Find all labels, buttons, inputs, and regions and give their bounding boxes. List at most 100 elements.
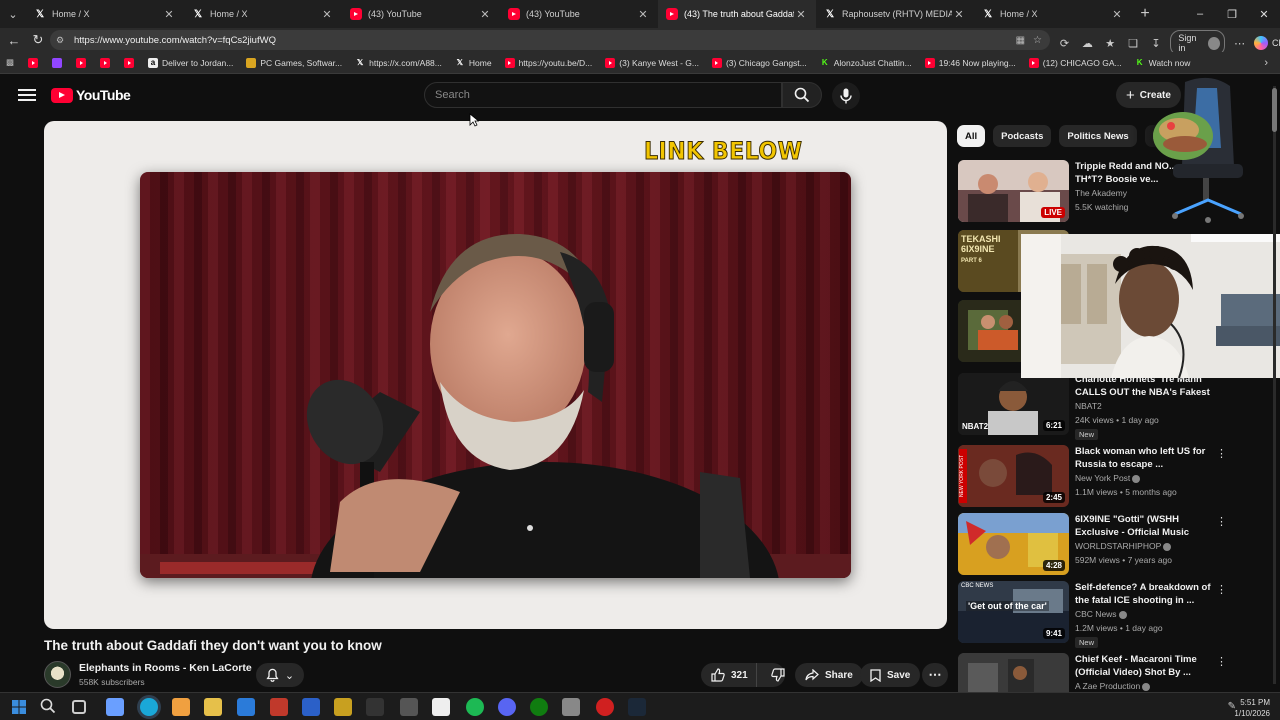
kebab-menu-icon[interactable]: ⋮	[1216, 515, 1227, 528]
hamburger-menu-icon[interactable]	[18, 86, 36, 104]
recommendation-channel[interactable]: New York Post	[1075, 473, 1141, 483]
kebab-menu-icon[interactable]: ⋮	[1216, 447, 1227, 460]
close-tab-icon[interactable]: ✕	[794, 8, 808, 21]
bookmark-item[interactable]: PC Games, Softwar...	[246, 57, 342, 68]
recommendation-title[interactable]: Chief Keef - Macaroni Time (Official Vid…	[1075, 653, 1215, 679]
youtube-logo[interactable]: YouTube	[51, 87, 131, 103]
discord-icon[interactable]	[498, 698, 516, 716]
system-clock[interactable]: 5:51 PM 1/10/2026	[1234, 697, 1270, 719]
reader-view-icon[interactable]: ▦	[1016, 35, 1025, 46]
kebab-menu-icon[interactable]: ⋮	[1216, 583, 1227, 596]
task-view-icon[interactable]	[72, 700, 86, 714]
app-dark-icon[interactable]	[366, 698, 384, 716]
url-bar[interactable]: ⚙ https://www.youtube.com/watch?v=fqCs2j…	[50, 30, 1050, 50]
bookmarks-toggle-icon[interactable]: ▩	[6, 57, 14, 68]
search-icon[interactable]	[40, 698, 58, 716]
downloads-icon[interactable]: ↧	[1148, 37, 1165, 50]
bookmark-item[interactable]: 𝕏 Home	[455, 58, 492, 68]
site-info-icon[interactable]: ⚙	[56, 35, 70, 46]
recommendation-title[interactable]: 6IX9INE "Gotti" (WSHH Exclusive - Offici…	[1075, 513, 1215, 539]
collections-icon[interactable]: ❏	[1125, 37, 1142, 50]
notepad-icon[interactable]	[432, 698, 450, 716]
edge-icon[interactable]	[140, 698, 158, 716]
browser-tab[interactable]: 𝕏 Home / X ✕	[26, 0, 184, 28]
recommendation-item[interactable]: NBAT2 6:21 Charlotte Hornets' Tre Mann CAL…	[958, 373, 1270, 440]
dislike-button[interactable]	[763, 668, 793, 682]
recommendation-item[interactable]: NEW YORK POST 2:45 Black woman who left US…	[958, 445, 1270, 507]
bookmarks-overflow-icon[interactable]: ›	[1264, 57, 1268, 69]
close-tab-icon[interactable]: ✕	[320, 8, 334, 21]
browser-tab[interactable]: (43) YouTube ✕	[500, 0, 658, 28]
favorites-icon[interactable]: ★	[1102, 37, 1119, 50]
recommendation-channel[interactable]: WORLDSTARHIPHOP	[1075, 541, 1172, 551]
bookmark-item[interactable]: (3) Chicago Gangst...	[711, 57, 807, 68]
video-thumbnail[interactable]: CBC NEWS 'Get out of the car' 9:41	[958, 581, 1069, 643]
bookmark-item[interactable]	[28, 57, 39, 68]
more-actions-button[interactable]: ⋯	[922, 663, 948, 687]
browser-tab[interactable]: (43) YouTube ✕	[342, 0, 500, 28]
video-thumbnail[interactable]: LIVE	[958, 160, 1069, 222]
close-tab-icon[interactable]: ✕	[952, 8, 966, 21]
bookmark-item[interactable]: 19:46 Now playing...	[924, 57, 1016, 68]
video-thumbnail[interactable]: NEW YORK POST 2:45	[958, 445, 1069, 507]
recommendation-channel[interactable]: CBC News	[1075, 609, 1127, 619]
channel-name[interactable]: Elephants in Rooms - Ken LaCorte	[79, 662, 252, 674]
file-explorer-icon[interactable]	[204, 698, 222, 716]
windows-start-icon[interactable]	[10, 698, 28, 716]
recommendation-title[interactable]: Self-defence? A breakdown of the fatal I…	[1075, 581, 1215, 607]
pen-input-icon[interactable]: ✎	[1228, 701, 1236, 712]
app-blue-icon[interactable]	[302, 698, 320, 716]
minimize-icon[interactable]: –	[1184, 8, 1216, 20]
save-button[interactable]: Save	[860, 663, 921, 687]
tab-actions-chevron-icon[interactable]: ⌄	[0, 0, 26, 28]
refresh-icon[interactable]: ↻	[26, 28, 50, 52]
video-thumbnail[interactable]: 4:28	[958, 513, 1069, 575]
close-tab-icon[interactable]: ✕	[478, 8, 492, 21]
browser-tab[interactable]: 𝕏 Home / X ✕	[974, 0, 1132, 28]
channel-avatar[interactable]	[44, 661, 71, 688]
steam-icon[interactable]	[628, 698, 646, 716]
copilot-chat-button[interactable]: Chat	[1254, 36, 1280, 50]
browser-tab[interactable]: (43) The truth about Gaddafi they✕	[658, 0, 816, 28]
video-player[interactable]: LINK BELOW	[44, 121, 947, 629]
bookmark-item[interactable]	[124, 57, 135, 68]
recommendation-item[interactable]: 4:28 6IX9INE "Gotti" (WSHH Exclusive - Of…	[958, 513, 1270, 575]
bookmark-item[interactable]: K Watch now	[1135, 58, 1191, 68]
bookmark-item[interactable]: (3) Kanye West - G...	[605, 57, 699, 68]
app-dark-2-icon[interactable]	[400, 698, 418, 716]
bookmark-item[interactable]	[76, 57, 87, 68]
more-menu-icon[interactable]: ⋯	[1231, 37, 1248, 50]
bookmark-item[interactable]: (12) CHICAGO GA...	[1028, 57, 1122, 68]
filter-chip[interactable]: Politics News	[1059, 125, 1137, 147]
copilot-icon[interactable]	[106, 698, 124, 716]
browser-tab[interactable]: 𝕏 Home / X ✕	[184, 0, 342, 28]
restore-icon[interactable]: ❐	[1216, 8, 1248, 21]
close-tab-icon[interactable]: ✕	[636, 8, 650, 21]
bookmark-item[interactable]: K AlonzoJust Chattin...	[820, 58, 912, 68]
favorite-star-icon[interactable]: ☆	[1033, 35, 1042, 46]
close-tab-icon[interactable]: ✕	[162, 8, 176, 21]
recommendation-title[interactable]: Black woman who left US for Russia to es…	[1075, 445, 1215, 471]
close-window-icon[interactable]: ✕	[1248, 8, 1280, 21]
mega-bons-icon[interactable]	[334, 698, 352, 716]
browser-tab[interactable]: 𝕏 Raphousetv (RHTV) MEDIA ✕	[816, 0, 974, 28]
store-icon[interactable]	[172, 698, 190, 716]
extensions-icon[interactable]: ☁	[1079, 37, 1096, 50]
xbox-icon[interactable]	[530, 698, 548, 716]
close-tab-icon[interactable]: ✕	[1110, 8, 1124, 21]
filter-chip[interactable]: All	[957, 125, 986, 147]
app-red-2-icon[interactable]	[596, 698, 614, 716]
share-button[interactable]: Share	[795, 663, 863, 687]
recommendation-item[interactable]: CBC NEWS 'Get out of the car' 9:41 Self-def…	[958, 581, 1270, 648]
bookmark-item[interactable]	[100, 57, 111, 68]
recommendation-channel[interactable]: A Zae Production	[1075, 681, 1151, 691]
refresh-ext-icon[interactable]: ⟳	[1056, 37, 1073, 50]
recommendation-channel[interactable]: NBAT2	[1075, 401, 1102, 411]
page-scrollbar[interactable]	[1270, 78, 1278, 692]
app-red-icon[interactable]	[270, 698, 288, 716]
like-button[interactable]: 321	[701, 663, 757, 687]
voice-search-button[interactable]	[832, 82, 860, 110]
video-thumbnail[interactable]: NBAT2 6:21	[958, 373, 1069, 435]
spotify-icon[interactable]	[466, 698, 484, 716]
bookmark-item[interactable]: a Deliver to Jordan...	[148, 57, 233, 68]
